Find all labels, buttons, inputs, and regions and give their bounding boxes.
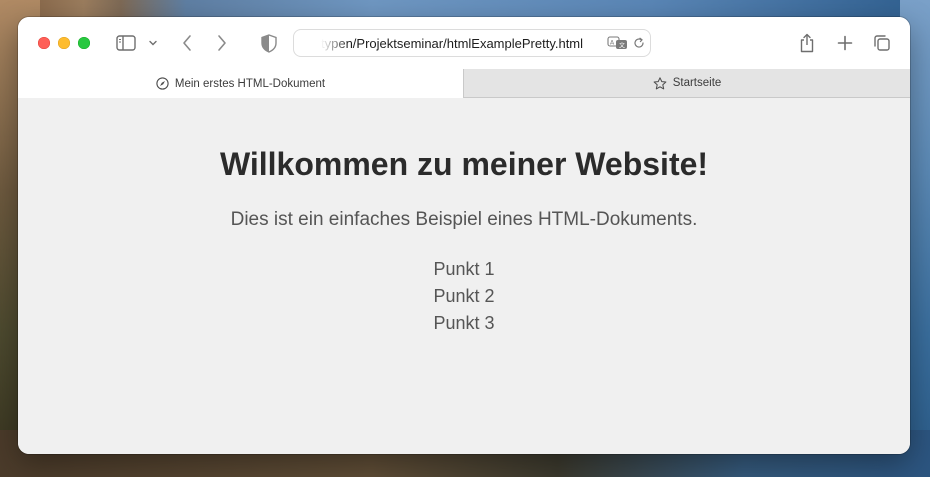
forward-icon[interactable] <box>211 33 233 53</box>
page-intro: Dies ist ein einfaches Beispiel eines HT… <box>230 209 698 230</box>
svg-text:文: 文 <box>619 42 625 50</box>
tab-title: Startseite <box>672 77 722 89</box>
star-icon <box>653 76 667 90</box>
sidebar-icon[interactable] <box>115 33 137 53</box>
browser-toolbar: typen/Projektseminar/htmlExamplePretty.h… <box>18 17 910 69</box>
back-icon[interactable] <box>176 33 198 53</box>
chevron-down-icon[interactable] <box>145 35 161 51</box>
tab-startseite[interactable]: Startseite <box>464 69 910 97</box>
list-item: Punkt 2 <box>433 286 495 306</box>
list-item: Punkt 1 <box>433 259 495 279</box>
reload-icon[interactable] <box>632 36 646 50</box>
maximize-window-button[interactable] <box>78 37 90 49</box>
browser-window: typen/Projektseminar/htmlExamplePretty.h… <box>18 17 910 454</box>
compass-icon <box>156 77 169 90</box>
bullet-list: Punkt 1 Punkt 2 Punkt 3 <box>18 256 910 337</box>
tab-bar: Mein erstes HTML-Dokument Startseite <box>18 69 910 98</box>
translate-icon[interactable]: A文 <box>607 36 629 50</box>
list-item: Punkt 3 <box>433 313 495 333</box>
tab-overview-icon[interactable] <box>871 32 893 54</box>
minimize-window-button[interactable] <box>58 37 70 49</box>
share-icon[interactable] <box>796 32 818 54</box>
plus-icon[interactable] <box>834 32 856 54</box>
close-window-button[interactable] <box>38 37 50 49</box>
address-bar[interactable]: typen/Projektseminar/htmlExamplePretty.h… <box>293 29 651 57</box>
page-content: Willkommen zu meiner Website! Dies ist e… <box>18 98 910 454</box>
tab-title: Mein erstes HTML-Dokument <box>174 77 326 90</box>
page-heading: Willkommen zu meiner Website! <box>219 146 709 182</box>
tab-mein-erstes-html-dokument[interactable]: Mein erstes HTML-Dokument <box>18 69 464 98</box>
shield-icon[interactable] <box>259 32 279 54</box>
address-url[interactable]: typen/Projektseminar/htmlExamplePretty.h… <box>321 36 601 51</box>
